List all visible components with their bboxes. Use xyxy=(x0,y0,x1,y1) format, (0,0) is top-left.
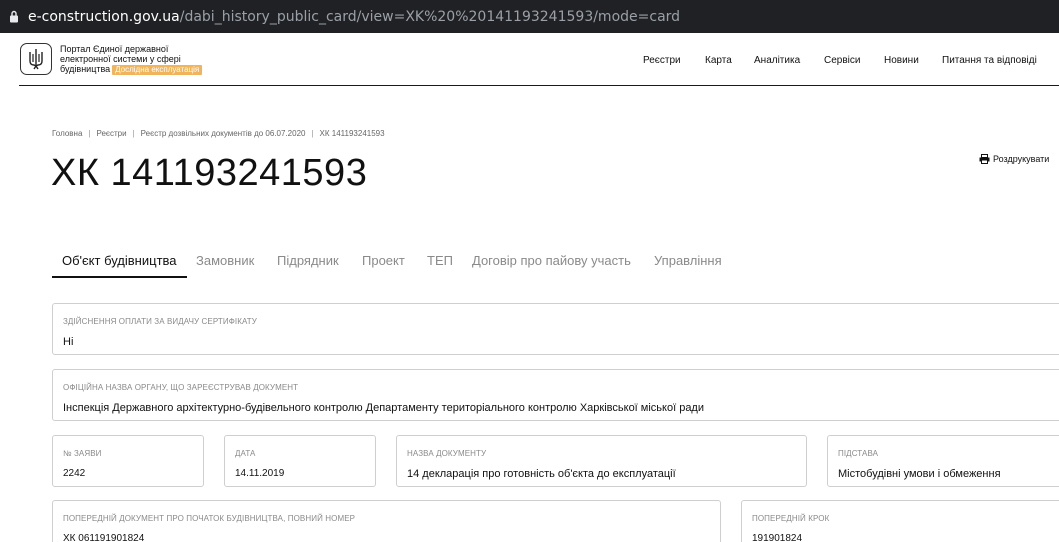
tab-construction-object[interactable]: Об'єкт будівництва xyxy=(52,252,187,278)
field-label: Підстава xyxy=(838,449,879,458)
field-application-no: № заяви 2242 xyxy=(52,435,204,487)
field-previous-document: Попередній документ про початок будівниц… xyxy=(52,500,721,542)
site-header: Портал Єдиної державної електронної сист… xyxy=(19,33,1059,86)
field-value: ХК 061191901824 xyxy=(63,533,145,542)
field-value: 191901824 xyxy=(752,533,803,542)
tab-contractor[interactable]: Підрядник xyxy=(267,252,349,278)
field-value: 14 декларація про готовність об'єкта до … xyxy=(407,468,676,480)
tab-project[interactable]: Проект xyxy=(352,252,415,278)
breadcrumb-home[interactable]: Головна xyxy=(52,129,82,138)
tab-contribution-agreement[interactable]: Договір про пайову участь xyxy=(462,252,641,278)
field-label: Назва документу xyxy=(407,449,487,458)
main-nav: Реєстри Карта Аналітика Сервіси Новини П… xyxy=(19,55,1059,69)
breadcrumb-current: ХК 141193241593 xyxy=(319,129,385,138)
browser-address-bar[interactable]: e-construction.gov.ua/dabi_history_publi… xyxy=(0,0,1059,33)
printer-icon xyxy=(979,154,990,164)
field-document-name: Назва документу 14 декларація про готовн… xyxy=(396,435,807,487)
field-label: Попередній крок xyxy=(752,514,830,523)
field-value: 2242 xyxy=(63,468,86,479)
nav-registries[interactable]: Реєстри xyxy=(643,55,681,66)
nav-faq[interactable]: Питання та відповіді xyxy=(942,55,1037,66)
field-basis: Підстава Містобудівні умови і обмеження xyxy=(827,435,1059,487)
tab-bar: Об'єкт будівництва Замовник Підрядник Пр… xyxy=(52,252,1059,278)
breadcrumb-registry[interactable]: Реєстр дозвільних документів до 06.07.20… xyxy=(141,129,306,138)
portal-line-1: Портал Єдиної державної xyxy=(60,44,169,54)
field-label: Здійснення оплати за видачу сертифікату xyxy=(63,317,257,326)
url-path: /dabi_history_public_card/view=XK%20%201… xyxy=(179,8,681,25)
field-value: 14.11.2019 xyxy=(235,468,285,479)
field-label: Попередній документ про початок будівниц… xyxy=(63,514,356,523)
print-label: Роздрукувати xyxy=(993,154,1050,164)
lock-icon xyxy=(6,9,22,25)
url-text[interactable]: e-construction.gov.ua/dabi_history_publi… xyxy=(28,9,680,25)
field-value: Містобудівні умови і обмеження xyxy=(838,468,1001,480)
page-title: ХК 141193241593 xyxy=(51,152,368,194)
nav-news[interactable]: Новини xyxy=(884,55,919,66)
field-label: Дата xyxy=(235,449,256,458)
breadcrumb-registries[interactable]: Реєстри xyxy=(96,129,126,138)
field-payment: Здійснення оплати за видачу сертифікату … xyxy=(52,303,1059,355)
tab-customer[interactable]: Замовник xyxy=(186,252,264,278)
field-date: Дата 14.11.2019 xyxy=(224,435,376,487)
tab-management[interactable]: Управління xyxy=(644,252,732,278)
field-value: Інспекція Державного архітектурно-будіве… xyxy=(63,402,704,414)
field-value: Ні xyxy=(63,336,74,348)
field-label: № заяви xyxy=(63,449,102,458)
nav-analytics[interactable]: Аналітика xyxy=(754,55,800,66)
url-host: e-construction.gov.ua xyxy=(28,8,180,25)
breadcrumb: Головна | Реєстри | Реєстр дозвільних докуме… xyxy=(52,129,385,138)
field-label: Офіційна назва органу, що зареєстрував д… xyxy=(63,383,299,392)
print-button[interactable]: Роздрукувати xyxy=(979,154,1049,164)
nav-map[interactable]: Карта xyxy=(705,55,732,66)
field-authority: Офіційна назва органу, що зареєстрував д… xyxy=(52,369,1059,421)
field-previous-step: Попередній крок 191901824 xyxy=(741,500,1059,542)
nav-services[interactable]: Сервіси xyxy=(824,55,860,66)
tab-tep[interactable]: ТЕП xyxy=(417,252,463,278)
